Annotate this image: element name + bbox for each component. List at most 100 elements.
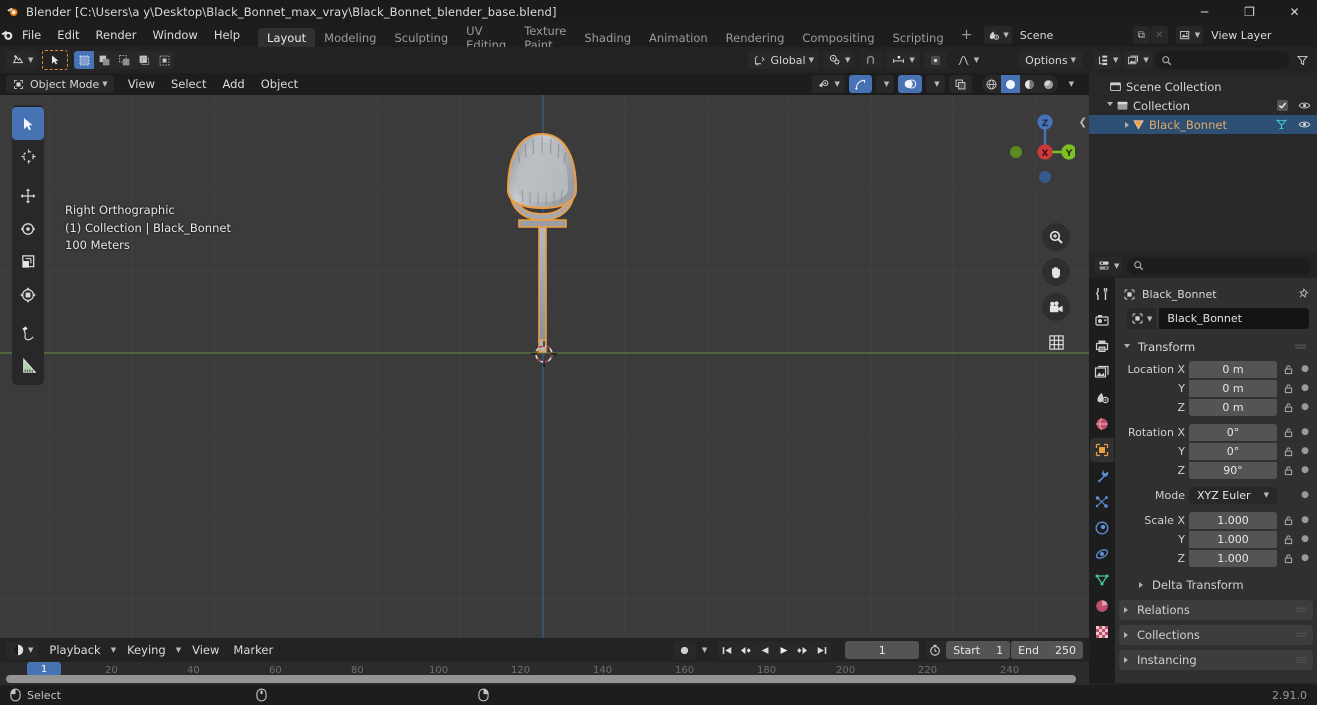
menu-help[interactable]: Help — [206, 23, 248, 47]
minimize-button[interactable]: ─ — [1182, 0, 1227, 23]
lock-icon[interactable] — [1281, 531, 1295, 548]
zoom-icon[interactable] — [1042, 223, 1070, 251]
scale-y-field[interactable]: 1.000 — [1189, 530, 1277, 548]
proportional-edit-button[interactable] — [923, 51, 947, 69]
snap-magnet-button[interactable] — [859, 51, 883, 69]
maximize-button[interactable]: ❐ — [1227, 0, 1272, 23]
overlays-options-button[interactable]: ▼ — [926, 75, 945, 93]
next-keyframe-button[interactable] — [793, 641, 812, 659]
animate-property-dot[interactable]: ● — [1299, 487, 1311, 504]
sidebar-collapse-arrow[interactable]: ❮ — [1079, 117, 1087, 128]
properties-search-input[interactable] — [1127, 256, 1311, 275]
lock-icon[interactable] — [1281, 512, 1295, 529]
object-visibility-button[interactable]: ▼ — [812, 75, 845, 93]
tab-world[interactable] — [1090, 412, 1114, 436]
interaction-mode-button[interactable]: Object Mode ▼ — [6, 75, 114, 93]
tab-object-data[interactable] — [1090, 568, 1114, 592]
lock-icon[interactable] — [1281, 361, 1295, 378]
select-subtract-button[interactable] — [114, 51, 134, 69]
start-frame-field[interactable]: Start 1 — [946, 641, 1011, 659]
grid-icon[interactable] — [1042, 328, 1070, 356]
tab-animation[interactable]: Animation — [640, 28, 717, 47]
jump-to-end-button[interactable] — [812, 641, 831, 659]
measure-tool[interactable] — [12, 350, 44, 383]
xray-toggle-button[interactable] — [948, 75, 972, 93]
shading-wireframe-button[interactable] — [981, 75, 1001, 93]
blender-menu-icon[interactable] — [0, 23, 14, 47]
object-browse-button[interactable]: ▼ — [1127, 308, 1157, 329]
tab-particles[interactable] — [1090, 490, 1114, 514]
tab-object[interactable] — [1090, 438, 1114, 462]
relations-panel[interactable]: Relations — [1119, 600, 1313, 620]
prev-keyframe-button[interactable] — [736, 641, 755, 659]
timeline-menu-view[interactable]: View — [185, 641, 226, 659]
animate-property-dot[interactable]: ● — [1299, 462, 1311, 479]
shading-material-button[interactable] — [1019, 75, 1039, 93]
animate-property-dot[interactable]: ● — [1299, 361, 1311, 378]
menu-file[interactable]: File — [14, 23, 49, 47]
pin-icon[interactable] — [1296, 287, 1309, 301]
tab-modifiers[interactable] — [1090, 464, 1114, 488]
collections-panel[interactable]: Collections — [1119, 625, 1313, 645]
timeline-track[interactable]: 1 20 40 60 80 100 120 140 160 180 200 22… — [0, 662, 1089, 685]
pivot-point-button[interactable]: ▼ — [822, 51, 856, 69]
tab-shading[interactable]: Shading — [575, 28, 640, 47]
play-button[interactable] — [774, 641, 793, 659]
select-invert-button[interactable] — [134, 51, 154, 69]
lock-icon[interactable] — [1281, 380, 1295, 397]
animate-property-dot[interactable]: ● — [1299, 550, 1311, 567]
shading-options-button[interactable]: ▼ — [1061, 75, 1079, 93]
tab-rendering[interactable]: Rendering — [717, 28, 794, 47]
snap-to-button[interactable]: ▼ — [886, 51, 920, 69]
timeline-editor-type-button[interactable]: ▼ — [6, 641, 39, 659]
navigation-gizmo[interactable]: Z X Y — [997, 105, 1075, 183]
tweak-select-tool[interactable] — [12, 107, 44, 140]
tab-output[interactable] — [1090, 334, 1114, 358]
menu-window[interactable]: Window — [144, 23, 205, 47]
scene-browse-button[interactable]: ▼ — [984, 26, 1012, 44]
properties-panel[interactable]: Black_Bonnet ▼ Black_Bonnet Transform Lo… — [1115, 278, 1317, 683]
timeline-menu-marker[interactable]: Marker — [226, 641, 280, 659]
viewport-menu-object[interactable]: Object — [253, 75, 306, 93]
auto-keying-toggle[interactable] — [673, 641, 696, 659]
viewport-menu-view[interactable]: View — [120, 75, 163, 93]
timeline-playhead[interactable]: 1 — [27, 662, 61, 676]
tab-modeling[interactable]: Modeling — [315, 28, 385, 47]
tab-texture[interactable] — [1090, 620, 1114, 644]
tab-constraints[interactable] — [1090, 542, 1114, 566]
tab-texture-paint[interactable]: Texture Paint — [515, 24, 575, 52]
transform-tool[interactable] — [12, 278, 44, 311]
mesh-data-icon[interactable] — [1275, 118, 1288, 131]
camera-icon[interactable] — [1042, 293, 1070, 321]
outliner-row-black-bonnet[interactable]: Black_Bonnet — [1089, 115, 1317, 134]
tab-tool[interactable] — [1090, 282, 1114, 306]
lock-icon[interactable] — [1281, 462, 1295, 479]
select-extend-button[interactable] — [94, 51, 114, 69]
unlink-scene-button[interactable]: ✕ — [1150, 26, 1168, 44]
location-y-field[interactable]: 0 m — [1189, 379, 1277, 397]
timeline-menu-playback[interactable]: Playback — [42, 641, 107, 659]
tab-physics[interactable] — [1090, 516, 1114, 540]
location-z-field[interactable]: 0 m — [1189, 398, 1277, 416]
proportional-falloff-button[interactable]: ▼ — [951, 51, 984, 69]
menu-render[interactable]: Render — [88, 23, 145, 47]
shading-solid-button[interactable] — [1000, 75, 1020, 93]
current-frame-field[interactable]: 1 — [845, 641, 920, 659]
gizmo-toggle-button[interactable] — [848, 75, 872, 93]
3d-viewport[interactable]: Right Orthographic (1) Collection | Blac… — [0, 95, 1089, 638]
eye-icon[interactable] — [1298, 119, 1311, 130]
rotation-x-field[interactable]: 0° — [1189, 423, 1277, 441]
location-x-field[interactable]: 0 m — [1189, 360, 1277, 378]
expand-triangle-icon[interactable] — [1107, 102, 1113, 109]
scale-z-field[interactable]: 1.000 — [1189, 549, 1277, 567]
cursor-tool[interactable] — [12, 140, 44, 173]
instancing-panel[interactable]: Instancing — [1119, 650, 1313, 670]
expand-triangle-icon[interactable] — [1125, 121, 1129, 128]
lock-icon[interactable] — [1281, 399, 1295, 416]
animate-property-dot[interactable]: ● — [1299, 512, 1311, 529]
outliner-tree[interactable]: Scene Collection Collection Black_Bonnet — [1089, 73, 1317, 253]
jump-to-start-button[interactable] — [717, 641, 736, 659]
outliner-row-scene-collection[interactable]: Scene Collection — [1089, 77, 1317, 96]
shading-rendered-button[interactable] — [1038, 75, 1058, 93]
tab-material[interactable] — [1090, 594, 1114, 618]
